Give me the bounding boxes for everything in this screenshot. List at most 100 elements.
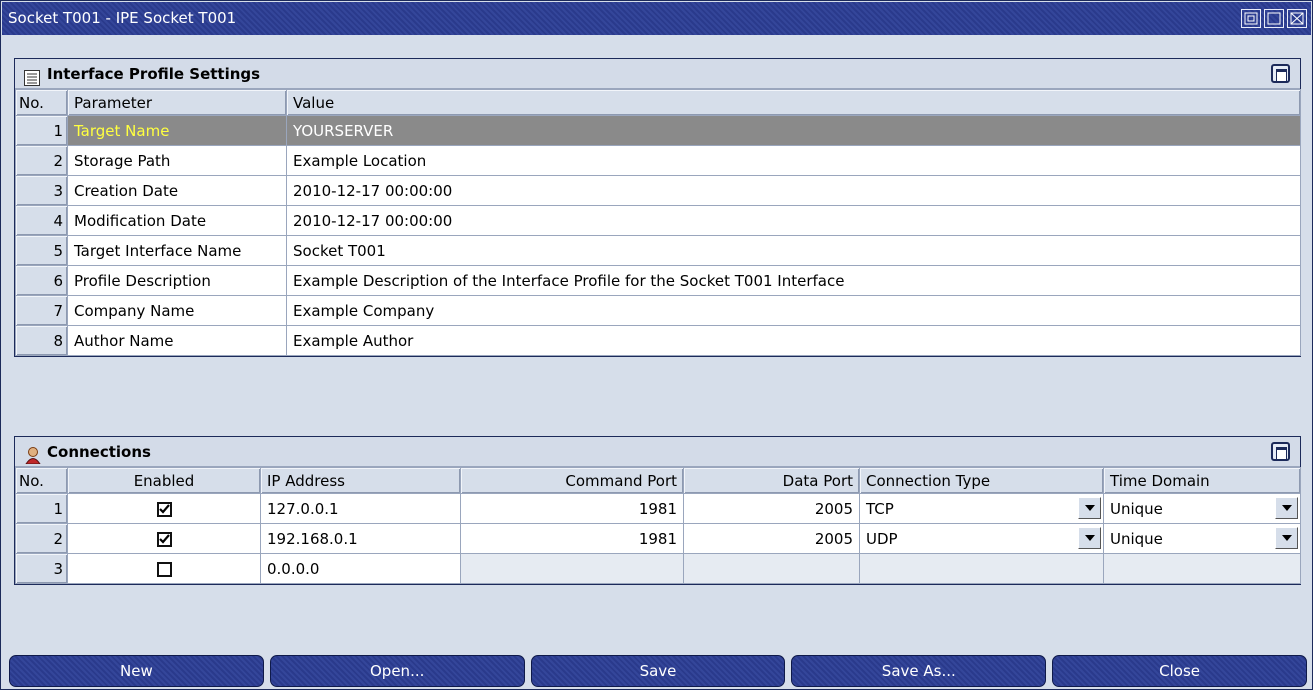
parameter-cell[interactable]: Target Interface Name [67, 235, 287, 266]
ip-address-cell[interactable]: 192.168.0.1 [260, 523, 461, 554]
enabled-checkbox[interactable] [156, 561, 172, 577]
enabled-checkbox[interactable] [156, 531, 172, 547]
parameter-cell[interactable]: Target Name [67, 115, 287, 146]
window-title: Socket T001 - IPE Socket T001 [8, 9, 237, 27]
row-number: 4 [15, 205, 68, 236]
connection-type-select[interactable]: UDP [859, 523, 1104, 554]
command-port-cell[interactable]: 1981 [460, 493, 684, 524]
time-domain-select[interactable]: Unique [1103, 523, 1301, 554]
parameter-cell[interactable]: Creation Date [67, 175, 287, 206]
column-header-parameter[interactable]: Parameter [67, 89, 287, 116]
ip-address-cell[interactable]: 0.0.0.0 [260, 553, 461, 584]
data-port-cell[interactable]: 2005 [683, 493, 860, 524]
new-button[interactable]: New [9, 655, 264, 687]
dropdown-button[interactable] [1275, 527, 1298, 549]
user-icon [24, 444, 42, 474]
maximize-button[interactable] [1264, 9, 1284, 28]
connection-type-select[interactable]: TCP [859, 493, 1104, 524]
open-button[interactable]: Open... [269, 655, 525, 687]
ip-address-cell[interactable]: 127.0.0.1 [260, 493, 461, 524]
table-row[interactable]: 1 Target Name YOURSERVER [15, 115, 1301, 146]
dropdown-button[interactable] [1078, 497, 1101, 519]
minimize-button[interactable] [1241, 9, 1261, 28]
table-row[interactable]: 2 Storage Path Example Location [15, 145, 1301, 176]
close-window-button[interactable] [1287, 9, 1307, 28]
column-header-data-port[interactable]: Data Port [683, 467, 860, 494]
value-cell[interactable]: Example Author [286, 325, 1301, 356]
time-domain-select[interactable] [1103, 553, 1301, 584]
table-row[interactable]: 7 Company Name Example Company [15, 295, 1301, 326]
column-header-value[interactable]: Value [286, 89, 1301, 116]
table-row[interactable]: 2 192.168.0.1 1981 2005 UDP Unique [15, 523, 1301, 554]
time-domain-select[interactable]: Unique [1103, 493, 1301, 524]
value-cell[interactable]: 2010-12-17 00:00:00 [286, 175, 1301, 206]
table-header-row: No. Enabled IP Address Command Port Data… [15, 467, 1301, 494]
table-row[interactable]: 5 Target Interface Name Socket T001 [15, 235, 1301, 266]
row-number: 2 [15, 523, 68, 554]
connection-type-value: UDP [866, 529, 898, 548]
table-row[interactable]: 3 Creation Date 2010-12-17 00:00:00 [15, 175, 1301, 206]
table-row[interactable]: 8 Author Name Example Author [15, 325, 1301, 356]
dropdown-button[interactable] [1078, 527, 1101, 549]
value-cell[interactable]: Socket T001 [286, 235, 1301, 266]
command-port-cell[interactable]: 1981 [460, 523, 684, 554]
enabled-checkbox[interactable] [156, 501, 172, 517]
value-cell[interactable]: YOURSERVER [286, 115, 1301, 146]
profile-settings-panel: Interface Profile Settings No. Parameter… [14, 58, 1301, 357]
row-number: 5 [15, 235, 68, 266]
app-window: Socket T001 - IPE Socket T001 Interface … [0, 0, 1313, 690]
connection-type-select[interactable] [859, 553, 1104, 584]
row-number: 3 [15, 175, 68, 206]
chevron-down-icon [1281, 505, 1292, 511]
connections-title: Connections [47, 443, 151, 461]
row-number: 7 [15, 295, 68, 326]
time-domain-value: Unique [1110, 499, 1163, 518]
table-row[interactable]: 3 0.0.0.0 [15, 553, 1301, 584]
profile-settings-header: Interface Profile Settings [15, 59, 1300, 89]
command-port-cell[interactable] [460, 553, 684, 584]
parameter-cell[interactable]: Storage Path [67, 145, 287, 176]
data-port-cell[interactable] [683, 553, 860, 584]
enabled-cell [67, 493, 261, 524]
table-row[interactable]: 4 Modification Date 2010-12-17 00:00:00 [15, 205, 1301, 236]
save-as-button[interactable]: Save As... [791, 655, 1047, 687]
column-header-command-port[interactable]: Command Port [460, 467, 684, 494]
table-header-row: No. Parameter Value [15, 89, 1301, 116]
list-icon [24, 66, 40, 96]
checkmark-icon [158, 503, 170, 514]
enabled-cell [67, 553, 261, 584]
close-button[interactable]: Close [1052, 655, 1307, 687]
profile-settings-title: Interface Profile Settings [47, 65, 261, 83]
connections-header: Connections [15, 437, 1300, 467]
panel-maximize-button[interactable] [1271, 64, 1290, 83]
parameter-cell[interactable]: Modification Date [67, 205, 287, 236]
value-cell[interactable]: Example Company [286, 295, 1301, 326]
chevron-down-icon [1084, 505, 1095, 511]
row-number: 2 [15, 145, 68, 176]
parameter-cell[interactable]: Profile Description [67, 265, 287, 296]
dropdown-button[interactable] [1275, 497, 1298, 519]
data-port-cell[interactable]: 2005 [683, 523, 860, 554]
row-number: 1 [15, 493, 68, 524]
value-cell[interactable]: Example Location [286, 145, 1301, 176]
column-header-ip-address[interactable]: IP Address [260, 467, 461, 494]
table-row[interactable]: 6 Profile Description Example Descriptio… [15, 265, 1301, 296]
save-button[interactable]: Save [530, 655, 786, 687]
row-number: 1 [15, 115, 68, 146]
column-header-enabled[interactable]: Enabled [67, 467, 261, 494]
column-header-time-domain[interactable]: Time Domain [1103, 467, 1301, 494]
parameter-cell[interactable]: Author Name [67, 325, 287, 356]
table-row[interactable]: 1 127.0.0.1 1981 2005 TCP Unique [15, 493, 1301, 524]
value-cell[interactable]: 2010-12-17 00:00:00 [286, 205, 1301, 236]
column-header-connection-type[interactable]: Connection Type [859, 467, 1104, 494]
enabled-cell [67, 523, 261, 554]
close-icon [1290, 12, 1304, 25]
minimize-icon [1244, 12, 1258, 25]
parameter-cell[interactable]: Company Name [67, 295, 287, 326]
maximize-icon [1267, 12, 1281, 25]
row-number: 3 [15, 553, 68, 584]
chevron-down-icon [1084, 535, 1095, 541]
value-cell[interactable]: Example Description of the Interface Pro… [286, 265, 1301, 296]
checkmark-icon [158, 533, 170, 544]
panel-maximize-button[interactable] [1271, 442, 1290, 461]
